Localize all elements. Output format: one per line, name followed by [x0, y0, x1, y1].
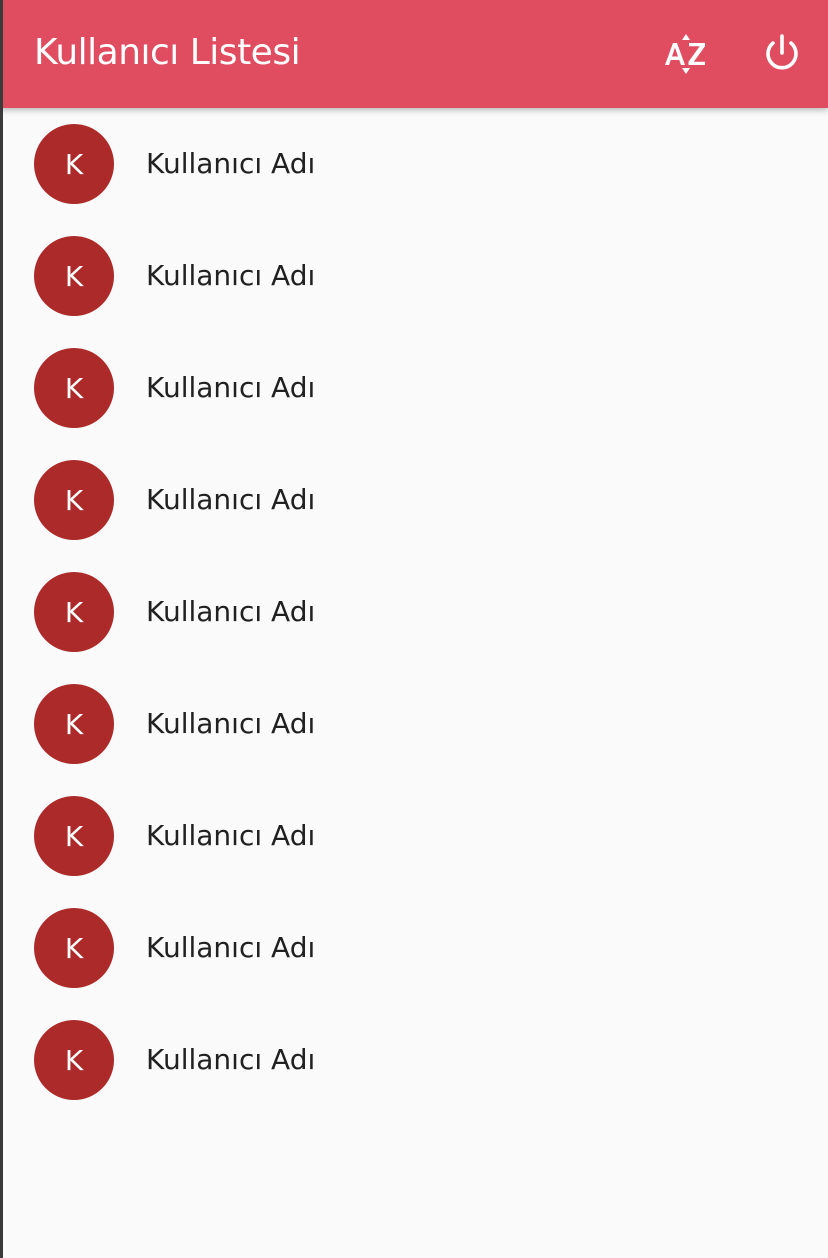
user-list-item[interactable]: K Kullanıcı Adı [0, 1004, 828, 1116]
avatar: K [34, 908, 114, 988]
user-list-item[interactable]: K Kullanıcı Adı [0, 332, 828, 444]
user-list-item[interactable]: K Kullanıcı Adı [0, 444, 828, 556]
avatar: K [34, 684, 114, 764]
user-name-label: Kullanıcı Adı [146, 147, 316, 180]
user-name-label: Kullanıcı Adı [146, 1043, 316, 1076]
user-list-item[interactable]: K Kullanıcı Adı [0, 892, 828, 1004]
user-list-item[interactable]: K Kullanıcı Adı [0, 780, 828, 892]
user-list-item[interactable]: K Kullanıcı Adı [0, 220, 828, 332]
user-name-label: Kullanıcı Adı [146, 819, 316, 852]
user-name-label: Kullanıcı Adı [146, 707, 316, 740]
user-list-item[interactable]: K Kullanıcı Adı [0, 556, 828, 668]
user-list: K Kullanıcı Adı K Kullanıcı Adı K Kullanıcı A… [0, 108, 828, 1116]
app-bar: Kullanıcı Listesi [0, 0, 828, 108]
page-title: Kullanıcı Listesi [34, 32, 301, 73]
power-icon [766, 34, 798, 70]
user-list-item[interactable]: K Kullanıcı Adı [0, 668, 828, 780]
user-name-label: Kullanıcı Adı [146, 371, 316, 404]
user-name-label: Kullanıcı Adı [146, 931, 316, 964]
avatar: K [34, 348, 114, 428]
user-name-label: Kullanıcı Adı [146, 259, 316, 292]
avatar: K [34, 1020, 114, 1100]
avatar: K [34, 572, 114, 652]
user-name-label: Kullanıcı Adı [146, 483, 316, 516]
logout-button[interactable] [750, 22, 814, 86]
sort-by-alpha-icon [665, 34, 705, 74]
user-list-item[interactable]: K Kullanıcı Adı [0, 108, 828, 220]
avatar: K [34, 236, 114, 316]
avatar: K [34, 460, 114, 540]
avatar: K [34, 796, 114, 876]
avatar: K [34, 124, 114, 204]
user-name-label: Kullanıcı Adı [146, 595, 316, 628]
sort-button[interactable] [654, 22, 718, 86]
window-edge [0, 0, 3, 1258]
